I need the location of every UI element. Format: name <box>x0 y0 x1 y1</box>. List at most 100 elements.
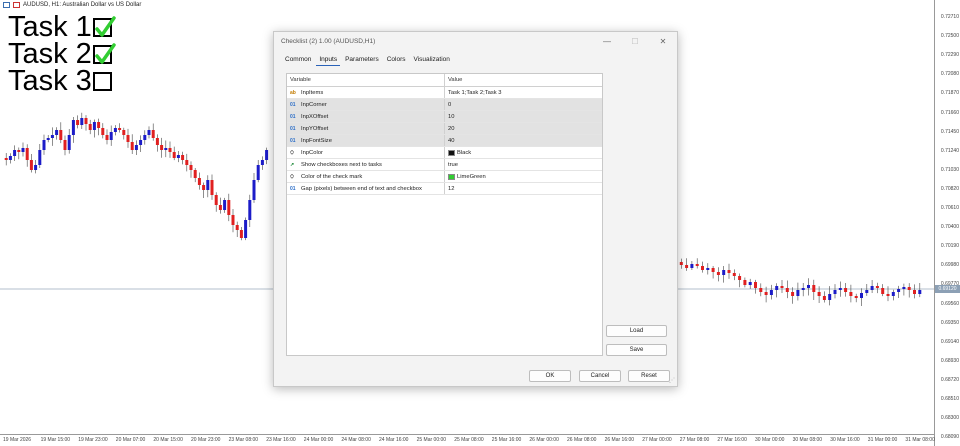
tab-colors[interactable]: Colors <box>384 56 409 66</box>
dialog-tabs: Common Inputs Parameters Colors Visualizatio… <box>282 56 455 66</box>
candle-body <box>701 266 704 270</box>
variable-cell: ⛭ Color of the check mark <box>287 171 445 182</box>
input-row[interactable]: ab InpItems Task 1;Task 2;Task 3 <box>287 87 602 99</box>
color-type-icon: ⛭ <box>290 173 295 180</box>
price-tick-label: 0.72080 <box>940 71 959 78</box>
checklist-overlay: Task 1 Task 2 Task 3 <box>8 13 116 96</box>
tab-inputs[interactable]: Inputs <box>316 56 341 66</box>
time-tick-label: 20 Mar 23:00 <box>191 437 221 443</box>
variable-value: true <box>448 161 458 168</box>
input-row[interactable]: 01 InpCorner 0 <box>287 99 602 111</box>
time-axis[interactable]: 19 Mar 2026 19 Mar 15:00 19 Mar 23:00 20 Ma… <box>0 434 935 446</box>
candle-body <box>193 170 197 178</box>
candle-body <box>202 185 206 190</box>
string-type-icon: ab <box>290 89 296 96</box>
price-axis[interactable]: 0.72710 0.72500 0.72290 0.72080 0.71870 0.716… <box>934 0 960 446</box>
candle-body <box>63 140 67 150</box>
time-tick-label: 24 Mar 16:00 <box>379 437 409 443</box>
minimize-icon[interactable]: — <box>593 37 621 46</box>
maximize-icon: ☐ <box>631 36 639 46</box>
price-tick-label: 0.71240 <box>940 147 959 154</box>
candle-body <box>844 288 848 292</box>
input-row[interactable]: 01 InpXOffset 10 <box>287 111 602 123</box>
candle-body <box>223 200 227 210</box>
candle-body <box>97 122 101 128</box>
grid-header: Variable Value <box>287 74 602 87</box>
value-cell[interactable]: Black <box>445 147 602 158</box>
chart-symbol-title: AUDUSD, H1: Australian Dollar vs US Doll… <box>23 2 142 8</box>
candle-body <box>210 180 214 195</box>
candle-body <box>244 220 248 238</box>
price-tick-label: 0.71660 <box>940 109 959 116</box>
candle-body <box>197 178 201 185</box>
price-tick-label: 0.70400 <box>940 224 959 231</box>
close-icon[interactable]: ✕ <box>649 37 677 46</box>
column-header-variable[interactable]: Variable <box>287 74 445 86</box>
color-swatch <box>448 173 455 180</box>
reset-button[interactable]: Reset <box>628 370 670 382</box>
input-row[interactable]: ⛭ Color of the check mark LimeGreen <box>287 171 602 183</box>
input-row[interactable]: 01 InpFontSize 40 <box>287 135 602 147</box>
input-row[interactable]: 01 Gap (pixels) between end of text and c… <box>287 183 602 195</box>
value-cell[interactable]: true <box>445 159 602 170</box>
candle-body <box>189 165 193 170</box>
load-button[interactable]: Load <box>606 325 667 337</box>
dialog-titlebar[interactable]: Checklist (2) 1.00 (AUDUSD,H1) — ☐ ✕ <box>274 32 677 50</box>
price-tick-label: 0.69350 <box>940 319 959 326</box>
value-cell[interactable]: 10 <box>445 111 602 122</box>
candle-body <box>918 290 922 294</box>
value-cell[interactable]: Task 1;Task 2;Task 3 <box>445 87 602 98</box>
tab-visualization[interactable]: Visualization <box>411 56 453 66</box>
candle-body <box>860 293 863 298</box>
save-button[interactable]: Save <box>606 344 667 356</box>
candle-body <box>828 294 832 300</box>
empty-checkbox-icon <box>92 72 112 91</box>
candle-body <box>743 280 747 285</box>
time-tick-label: 25 Mar 00:00 <box>416 437 447 443</box>
value-cell[interactable]: LimeGreen <box>445 171 602 182</box>
candle-body <box>913 290 916 294</box>
input-row[interactable]: 01 InpYOffset 20 <box>287 123 602 135</box>
candle-body <box>126 135 130 142</box>
value-cell[interactable]: 40 <box>445 135 602 146</box>
candle-body <box>822 296 826 300</box>
candle-body <box>92 122 96 130</box>
candle-body <box>679 262 683 265</box>
candle-body <box>46 138 50 140</box>
input-row[interactable]: ↗ Show checkboxes next to tasks true <box>287 159 602 171</box>
variable-value: 0 <box>448 101 452 108</box>
variable-name: Color of the check mark <box>301 173 363 180</box>
candle-body <box>817 292 821 296</box>
task-label: Task 2 <box>8 38 92 70</box>
candle-body <box>738 276 742 280</box>
cancel-button[interactable]: Cancel <box>579 370 621 382</box>
value-cell[interactable]: 20 <box>445 123 602 134</box>
tab-common[interactable]: Common <box>282 56 314 66</box>
value-cell[interactable]: 0 <box>445 99 602 110</box>
candle-body <box>265 150 269 160</box>
column-header-value[interactable]: Value <box>445 74 602 86</box>
variable-name: Show checkboxes next to tasks <box>301 161 382 168</box>
tab-parameters[interactable]: Parameters <box>342 56 382 66</box>
variable-value: Black <box>457 149 472 156</box>
candle-body <box>732 273 736 276</box>
time-tick-label: 24 Mar 08:00 <box>341 437 371 443</box>
resize-grip-icon[interactable]: ⋰ <box>669 377 675 384</box>
variable-name: InpXOffset <box>301 113 329 120</box>
candle-body <box>13 150 17 156</box>
candle-body <box>139 140 143 145</box>
candle-body <box>17 150 21 152</box>
price-tick-label: 0.70190 <box>940 243 959 250</box>
checked-checkbox-icon <box>92 16 116 37</box>
ok-button[interactable]: OK <box>529 370 571 382</box>
input-row[interactable]: ⛭ InpColor Black <box>287 147 602 159</box>
candle-body <box>113 128 117 132</box>
variable-value: 12 <box>448 185 455 192</box>
task-row: Task 3 <box>8 67 112 96</box>
candle-body <box>260 160 264 165</box>
variable-name: Gap (pixels) between end of text and che… <box>301 185 422 192</box>
value-cell[interactable]: 12 <box>445 183 602 194</box>
price-tick-label: 0.72500 <box>940 33 959 40</box>
price-tick-label: 0.72290 <box>940 52 959 59</box>
variable-name: InpColor <box>301 149 323 156</box>
